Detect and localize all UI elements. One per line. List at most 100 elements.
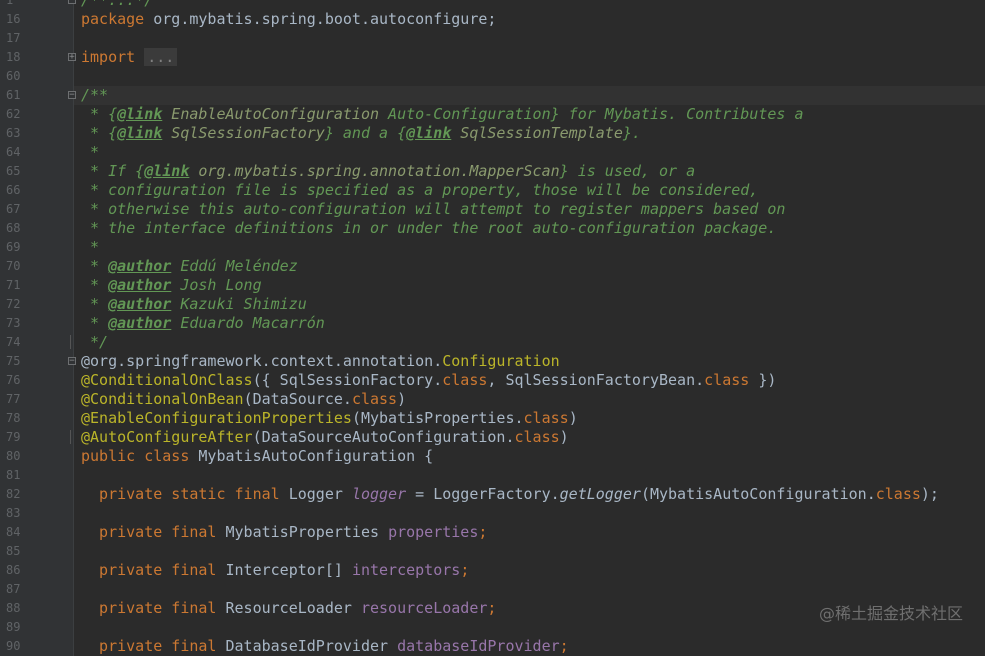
line-number: 63 (6, 126, 21, 140)
code-token: resourceLoader (360, 599, 488, 617)
code-line[interactable]: 78 @EnableConfigurationProperties(Mybatis… (0, 409, 985, 428)
watermark: @稀土掘金技术社区 (818, 604, 963, 623)
code-token: (DataSourceAutoConfiguration. (252, 428, 515, 446)
code-line[interactable]: 68 * the interface definitions in or und… (0, 219, 985, 238)
line-number: 85 (6, 544, 21, 558)
code-token: Eddú Meléndez (171, 257, 298, 275)
code-token: */ (81, 333, 109, 351)
code-token: ; (460, 561, 470, 579)
line-gutter: 70 (0, 257, 74, 276)
code-text: public class MybatisAutoConfiguration { (81, 447, 433, 466)
code-text: * {@link EnableAutoConfiguration Auto-Co… (81, 105, 803, 124)
code-token: @author (108, 257, 172, 275)
code-text: private static final Logger logger = Log… (81, 485, 939, 504)
code-token: Configuration (442, 352, 560, 370)
line-gutter: 71 (0, 276, 74, 295)
line-gutter: 87 (0, 580, 74, 599)
line-number: 87 (6, 582, 21, 596)
code-line[interactable]: 80 public class MybatisAutoConfiguration … (0, 447, 985, 466)
code-token: ) (397, 390, 407, 408)
code-line[interactable]: 63 * {@link SqlSessionFactory} and a {@l… (0, 124, 985, 143)
code-token: @org.springframework.context.annotation. (81, 352, 443, 370)
code-token: ); (920, 485, 939, 503)
code-line[interactable]: 70 * @author Eddú Meléndez (0, 257, 985, 276)
line-gutter: 18 (0, 48, 74, 67)
line-number: 72 (6, 297, 21, 311)
code-line[interactable]: 62 * {@link EnableAutoConfiguration Auto… (0, 105, 985, 124)
fold-end-marker[interactable] (70, 335, 77, 349)
code-text: private final MybatisProperties properti… (81, 523, 487, 542)
line-number: 77 (6, 392, 21, 406)
code-line[interactable]: 18 + import ... (0, 48, 985, 67)
code-editor[interactable]: 1−/**...*/16 package org.mybatis.spring.b… (0, 0, 985, 656)
code-text: * configuration file is specified as a p… (81, 181, 758, 200)
code-line[interactable]: 60 (0, 67, 985, 86)
code-text: * @author Kazuki Shimizu (81, 295, 307, 314)
code-line[interactable]: 65 * If {@link org.mybatis.spring.annota… (0, 162, 985, 181)
code-line[interactable]: 16 package org.mybatis.spring.boot.autoco… (0, 10, 985, 29)
fold-collapse-icon[interactable]: − (68, 357, 76, 366)
code-line[interactable]: 79 @AutoConfigureAfter(DataSourceAutoConf… (0, 428, 985, 447)
code-token: Auto-Configuration} for Mybatis. Contrib… (379, 105, 804, 123)
code-token: Kazuki Shimizu (171, 295, 307, 313)
code-line[interactable]: 82 private static final Logger logger = … (0, 485, 985, 504)
code-line[interactable]: 69 * (0, 238, 985, 257)
code-line[interactable]: 87 (0, 580, 985, 599)
code-token: * configuration file is specified as a p… (81, 181, 759, 199)
line-number: 65 (6, 164, 21, 178)
code-line[interactable]: 72 * @author Kazuki Shimizu (0, 295, 985, 314)
line-gutter: 90 (0, 637, 74, 656)
code-line[interactable]: 67 * otherwise this auto-configuration w… (0, 200, 985, 219)
line-gutter: 68 (0, 219, 74, 238)
code-token: EnableAutoConfiguration (162, 105, 380, 123)
fold-collapse-icon[interactable]: − (68, 91, 76, 100)
code-token: @author (108, 276, 172, 294)
code-line[interactable]: 77 @ConditionalOnBean(DataSource.class) (0, 390, 985, 409)
line-gutter: 61 (0, 86, 74, 105)
code-token: @link (117, 105, 163, 123)
line-gutter: 88 (0, 599, 74, 618)
code-line[interactable]: 85 (0, 542, 985, 561)
code-token: * (81, 295, 109, 313)
code-token: databaseIdProvider (397, 637, 560, 655)
code-token: * { (81, 105, 118, 123)
fold-collapse-icon[interactable]: − (68, 0, 76, 5)
code-line[interactable]: 71 * @author Josh Long (0, 276, 985, 295)
code-text: @org.springframework.context.annotation.… (81, 352, 560, 371)
fold-expand-icon[interactable]: + (68, 53, 76, 62)
code-line[interactable]: 64 * (0, 143, 985, 162)
code-token: , SqlSessionFactoryBean. (487, 371, 705, 389)
line-number: 76 (6, 373, 21, 387)
code-line[interactable]: 17 (0, 29, 985, 48)
line-number: 16 (6, 12, 21, 26)
code-line[interactable]: 84 private final MybatisProperties prope… (0, 523, 985, 542)
code-text: private final Interceptor[] interceptors… (81, 561, 469, 580)
code-token: ; (559, 637, 569, 655)
code-token: DatabaseIdProvider (225, 637, 398, 655)
code-line[interactable]: 66 * configuration file is specified as … (0, 181, 985, 200)
code-line[interactable]: 81 (0, 466, 985, 485)
code-line[interactable]: 73 * @author Eduardo Macarrón (0, 314, 985, 333)
code-token: org.mybatis.spring.boot.autoconfigure; (153, 10, 497, 28)
code-text: @EnableConfigurationProperties(MybatisPr… (81, 409, 578, 428)
code-line[interactable]: 90 private final DatabaseIdProvider data… (0, 637, 985, 656)
code-line[interactable]: 83 (0, 504, 985, 523)
code-text: * @author Eduardo Macarrón (81, 314, 325, 333)
code-token: class (442, 371, 488, 389)
code-line[interactable]: 86 private final Interceptor[] intercept… (0, 561, 985, 580)
fold-end-marker[interactable] (70, 430, 77, 444)
line-gutter: 85 (0, 542, 74, 561)
code-text: @ConditionalOnBean(DataSource.class) (81, 390, 406, 409)
line-number: 66 (6, 183, 21, 197)
code-line[interactable]: 75 − @org.springframework.context.annotati… (0, 352, 985, 371)
code-line[interactable]: 61 −/** (0, 86, 985, 105)
code-token: * (81, 276, 109, 294)
code-text: import ... (81, 48, 178, 67)
code-line[interactable]: 76 @ConditionalOnClass({ SqlSessionFactor… (0, 371, 985, 390)
code-token: class (351, 390, 398, 408)
code-line[interactable]: 74 */ (0, 333, 985, 352)
line-gutter: 82 (0, 485, 74, 504)
line-gutter: 74 (0, 333, 74, 352)
code-line[interactable]: 1 −/**...*/ (0, 0, 985, 10)
folded-imports-placeholder[interactable]: ... (144, 48, 178, 66)
